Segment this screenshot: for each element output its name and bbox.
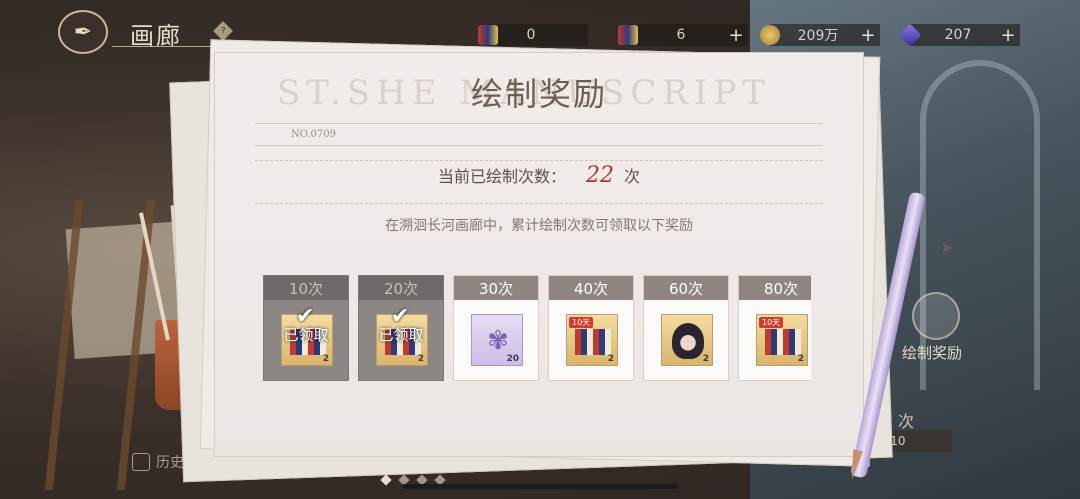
- divider: [255, 145, 823, 146]
- divider: [255, 160, 823, 161]
- reward-item: 10天 2: [756, 314, 808, 366]
- resource-coin: 209万 +: [760, 24, 880, 46]
- page-dot[interactable]: [380, 474, 392, 486]
- paint-box-icon: [478, 25, 498, 45]
- paint-box-icon: [575, 329, 611, 355]
- paint-box-icon: [765, 329, 801, 355]
- resource-paint-box-2: 6 +: [618, 24, 748, 46]
- draw-count-value: 22: [586, 163, 614, 188]
- draw-times-label: 次: [898, 412, 915, 431]
- reward-description: 在溯洄长河画廊中，累计绘制次数可领取以下奖励: [385, 218, 693, 234]
- reward-item: 2: [661, 314, 713, 366]
- easel: [44, 200, 156, 490]
- reward-card-30[interactable]: 30次 ✾ 20: [453, 275, 539, 381]
- panel-title: 绘制奖励: [470, 75, 607, 113]
- arrow-right-icon[interactable]: ➤: [940, 238, 953, 257]
- add-coin-button[interactable]: +: [856, 25, 880, 46]
- page-indicator: [380, 474, 446, 486]
- coin-icon: [760, 25, 780, 45]
- history-icon: [132, 453, 150, 471]
- diamond-icon: [898, 23, 922, 47]
- reward-card-60[interactable]: 60次 2: [643, 275, 729, 381]
- palette-icon: [912, 292, 960, 340]
- back-button[interactable]: ✒: [58, 10, 108, 54]
- divider: [255, 203, 823, 204]
- home-indicator[interactable]: [402, 484, 678, 489]
- document-number: NO.0709: [291, 129, 336, 140]
- help-icon[interactable]: ?: [213, 21, 233, 41]
- add-diamond-button[interactable]: +: [996, 25, 1020, 46]
- reward-card-80[interactable]: 80次 10天 2: [738, 275, 811, 381]
- timed-tag: 10天: [569, 317, 594, 328]
- reward-list: 10次 2 ✔ 已领取 20次 2 ✔ 已领取 30次 ✾ 20 40次 10天…: [263, 275, 811, 383]
- draw-count-row: 当前已绘制次数： 22 次: [437, 163, 641, 188]
- claimed-label: 已领取: [378, 326, 424, 344]
- character-portrait-icon: [672, 323, 704, 359]
- resource-paint-box-1: 0: [478, 24, 588, 46]
- reward-card-40[interactable]: 40次 10天 2: [548, 275, 634, 381]
- divider: [255, 123, 823, 124]
- timed-tag: 10天: [759, 317, 784, 328]
- claimed-label: 已领取: [283, 326, 329, 344]
- reward-item: 10天 2: [566, 314, 618, 366]
- reward-panel: ST.SHE MANUSCRIPT 绘制奖励 NO.0709 当前已绘制次数： 2…: [214, 52, 864, 457]
- paint-box-icon: [618, 25, 638, 45]
- reward-item: ✾ 20: [471, 314, 523, 366]
- reward-card-10[interactable]: 10次 2 ✔ 已领取: [263, 275, 349, 381]
- fairy-sketch-icon: ✾: [487, 326, 509, 356]
- add-paint-box-button[interactable]: +: [724, 25, 748, 46]
- resource-diamond: 207 +: [898, 23, 1020, 47]
- reward-card-20[interactable]: 20次 2 ✔ 已领取: [358, 275, 444, 381]
- quill-back-icon: ✒: [73, 19, 93, 45]
